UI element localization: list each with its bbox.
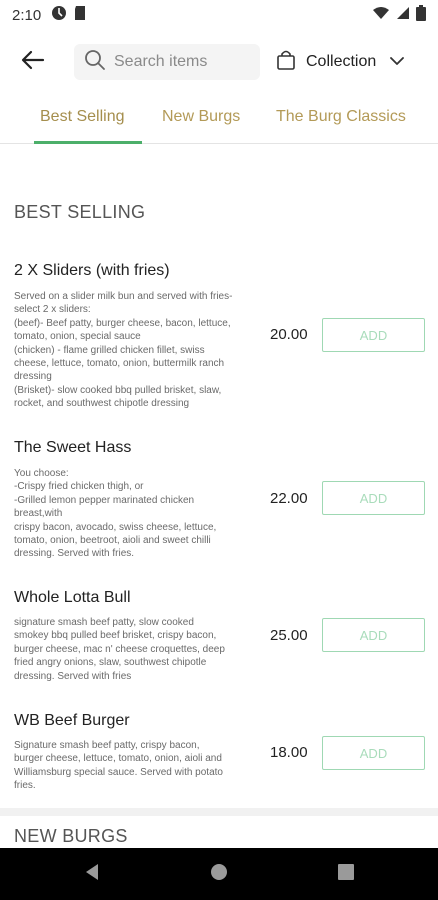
status-right-icons (372, 4, 426, 26)
item-name: The Sweet Hass (14, 439, 132, 456)
item-description: Served on a slider milk bun and served w… (14, 291, 233, 410)
back-button[interactable] (16, 46, 50, 78)
item-name: Whole Lotta Bull (14, 589, 131, 606)
status-time: 2:10 (12, 6, 42, 24)
search-box[interactable] (74, 44, 260, 80)
menu-item[interactable]: The Sweet Hass You choose: -Crispy fried… (0, 439, 438, 564)
item-description: Signature smash beef patty, crispy bacon… (14, 740, 223, 792)
battery-icon (416, 4, 426, 26)
home-circle-icon (210, 863, 228, 886)
wifi-icon (372, 6, 390, 25)
tab-burg-classics[interactable]: The Burg Classics (276, 108, 406, 126)
section-title-new-burgs: NEW BURGS (14, 826, 128, 846)
item-description: signature smash beef patty, slow cooked … (14, 617, 225, 682)
sd-card-icon (73, 5, 87, 26)
add-button[interactable]: ADD (322, 481, 425, 515)
menu-item[interactable]: WB Beef Burger Signature smash beef patt… (0, 712, 438, 797)
item-name: 2 X Sliders (with fries) (14, 262, 170, 279)
menu-item[interactable]: 2 X Sliders (with fries) Served on a sli… (0, 262, 438, 412)
settings-gear-icon (51, 5, 67, 26)
arrow-left-icon (21, 50, 45, 75)
nav-home-button[interactable] (207, 862, 231, 886)
item-price: 20.00 (270, 326, 308, 343)
item-price: 18.00 (270, 744, 308, 761)
add-button[interactable]: ADD (322, 318, 425, 352)
item-price: 22.00 (270, 490, 308, 507)
nav-recents-button[interactable] (334, 862, 358, 886)
section-title-best-selling: BEST SELLING (14, 202, 146, 222)
collection-dropdown[interactable]: Collection (276, 46, 405, 78)
active-tab-indicator (34, 141, 142, 144)
add-button[interactable]: ADD (322, 736, 425, 770)
menu-item[interactable]: Whole Lotta Bull signature smash beef pa… (0, 589, 438, 684)
add-button[interactable]: ADD (322, 618, 425, 652)
tab-new-burgs[interactable]: New Burgs (162, 108, 240, 126)
back-triangle-icon (83, 863, 101, 886)
recents-square-icon (338, 863, 354, 885)
status-bar: 2:10 (0, 0, 438, 30)
cellular-signal-icon (396, 6, 410, 25)
category-tabs: Best Selling New Burgs The Burg Classics (0, 98, 438, 144)
tab-best-selling[interactable]: Best Selling (40, 108, 125, 126)
search-input[interactable] (114, 53, 254, 71)
chevron-down-icon (390, 53, 405, 71)
collection-label: Collection (306, 53, 377, 70)
status-left-icons (51, 5, 87, 26)
item-price: 25.00 (270, 627, 308, 644)
top-app-bar: Collection (0, 38, 438, 86)
shopping-bag-icon (276, 49, 296, 76)
section-divider (0, 808, 438, 816)
system-navigation-bar (0, 848, 438, 900)
search-icon (84, 49, 106, 76)
item-description: You choose: -Crispy fried chicken thigh,… (14, 468, 217, 560)
item-name: WB Beef Burger (14, 712, 130, 729)
nav-back-button[interactable] (80, 862, 104, 886)
